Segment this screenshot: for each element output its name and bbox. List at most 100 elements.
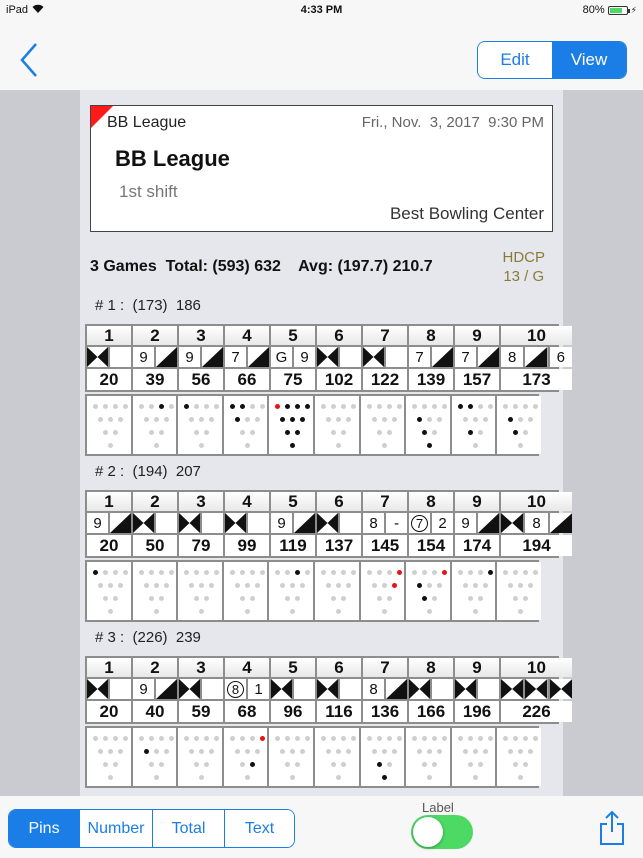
pin-5 — [199, 417, 205, 422]
frame-balls[interactable]: 9 — [455, 513, 499, 533]
pin-diagram[interactable] — [497, 396, 541, 454]
frame-balls[interactable]: 8 — [363, 679, 407, 699]
frame-balls[interactable] — [363, 347, 407, 367]
frame-balls[interactable]: 9 — [179, 347, 223, 367]
pin-diagram[interactable] — [360, 396, 405, 454]
frame-balls[interactable]: 7 — [225, 347, 269, 367]
ball-count: 9 — [133, 347, 154, 367]
pin-diagram[interactable] — [87, 562, 131, 620]
frame-balls[interactable]: 9 — [133, 679, 177, 699]
pin-diagram[interactable] — [269, 728, 313, 786]
strike-mark — [501, 679, 524, 699]
frame-balls[interactable]: 81 — [225, 679, 269, 699]
pin-diagram[interactable] — [497, 728, 541, 786]
pin-diagram[interactable] — [406, 728, 450, 786]
number-segment[interactable]: Number — [79, 810, 152, 847]
frame-balls[interactable] — [501, 679, 572, 699]
frame-balls[interactable]: 9 — [133, 347, 177, 367]
frame-number: 10 — [501, 326, 572, 345]
frame-balls[interactable] — [133, 513, 177, 533]
frame-balls[interactable]: 72 — [409, 513, 453, 533]
share-button[interactable] — [597, 810, 627, 846]
strike-mark — [455, 679, 476, 699]
pin-diagram[interactable] — [360, 562, 405, 620]
pin-3 — [113, 430, 118, 435]
frame-balls[interactable] — [409, 679, 453, 699]
total-segment[interactable]: Total — [152, 810, 224, 847]
pin-diagram[interactable] — [314, 396, 359, 454]
pin-diagram[interactable] — [360, 728, 405, 786]
frame-balls[interactable]: 9 — [271, 513, 315, 533]
pin-diagram[interactable] — [451, 562, 496, 620]
pin-diagram[interactable] — [178, 562, 222, 620]
pins-segment[interactable]: Pins — [9, 810, 79, 847]
pin-5 — [518, 417, 524, 422]
pin-9 — [158, 404, 164, 409]
pin-diagram[interactable] — [178, 728, 222, 786]
pin-diagram[interactable] — [223, 728, 268, 786]
pin-3 — [340, 596, 346, 601]
pin-diagram[interactable] — [223, 396, 268, 454]
view-segment[interactable]: View — [552, 42, 626, 78]
frame-balls[interactable] — [87, 679, 131, 699]
pin-8 — [194, 736, 200, 741]
frame-balls[interactable] — [271, 679, 315, 699]
pin-diagram[interactable] — [451, 728, 496, 786]
pin-4 — [462, 749, 468, 754]
pin-diagram[interactable] — [451, 396, 496, 454]
pin-3 — [523, 430, 529, 435]
battery-icon — [607, 5, 630, 15]
pin-diagram[interactable] — [269, 396, 313, 454]
pin-10 — [533, 736, 539, 741]
pin-diagram[interactable] — [314, 562, 359, 620]
pin-3 — [477, 762, 483, 767]
frame-total: 39 — [133, 369, 177, 390]
pin-diagram[interactable] — [132, 396, 177, 454]
pin-1 — [518, 609, 524, 614]
text-segment[interactable]: Text — [224, 810, 294, 847]
frame-balls[interactable]: 9 — [87, 513, 131, 533]
pin-diagram[interactable] — [87, 396, 131, 454]
frame-balls[interactable] — [317, 513, 361, 533]
frame-balls[interactable] — [179, 513, 223, 533]
pin-diagram[interactable] — [132, 728, 177, 786]
pin-diagram[interactable] — [132, 562, 177, 620]
frame-balls[interactable]: 86 — [501, 347, 572, 367]
pin-7 — [275, 570, 281, 575]
frame-balls[interactable]: 7 — [409, 347, 453, 367]
frame-balls[interactable] — [87, 347, 131, 367]
label-toggle[interactable] — [411, 815, 473, 849]
pin-diagram[interactable] — [87, 728, 131, 786]
frame-balls[interactable]: 8- — [363, 513, 407, 533]
frame-balls[interactable]: 7 — [455, 347, 499, 367]
pin-4 — [189, 417, 195, 422]
frame-balls[interactable] — [317, 679, 361, 699]
frame-balls[interactable]: G9 — [271, 347, 315, 367]
back-button[interactable] — [16, 40, 44, 80]
pin-diagram-row — [85, 726, 541, 788]
pin-diagram[interactable] — [223, 562, 268, 620]
pin-10 — [396, 736, 402, 741]
frame-balls[interactable] — [455, 679, 499, 699]
pin-7 — [229, 404, 235, 409]
pin-10 — [123, 404, 128, 409]
pin-diagram[interactable] — [178, 396, 222, 454]
strike-mark — [525, 679, 548, 699]
ball-count: 9 — [455, 513, 476, 533]
pin-diagram[interactable] — [406, 562, 450, 620]
pin-6 — [163, 749, 169, 754]
pin-9 — [340, 404, 346, 409]
frame-balls[interactable] — [317, 347, 361, 367]
pin-diagram[interactable] — [314, 728, 359, 786]
pin-9 — [295, 404, 301, 409]
frame-balls[interactable] — [179, 679, 223, 699]
scroll-content[interactable]: BB League Fri., Nov. 3, 2017 9:30 PM BB … — [0, 90, 643, 796]
frame-balls[interactable]: 8 — [501, 513, 572, 533]
frame-balls[interactable] — [225, 513, 269, 533]
pin-diagram[interactable] — [269, 562, 313, 620]
pin-diagram[interactable] — [497, 562, 541, 620]
edit-segment[interactable]: Edit — [478, 42, 552, 78]
pin-5 — [290, 583, 296, 588]
pin-diagram[interactable] — [406, 396, 450, 454]
pin-9 — [386, 736, 392, 741]
